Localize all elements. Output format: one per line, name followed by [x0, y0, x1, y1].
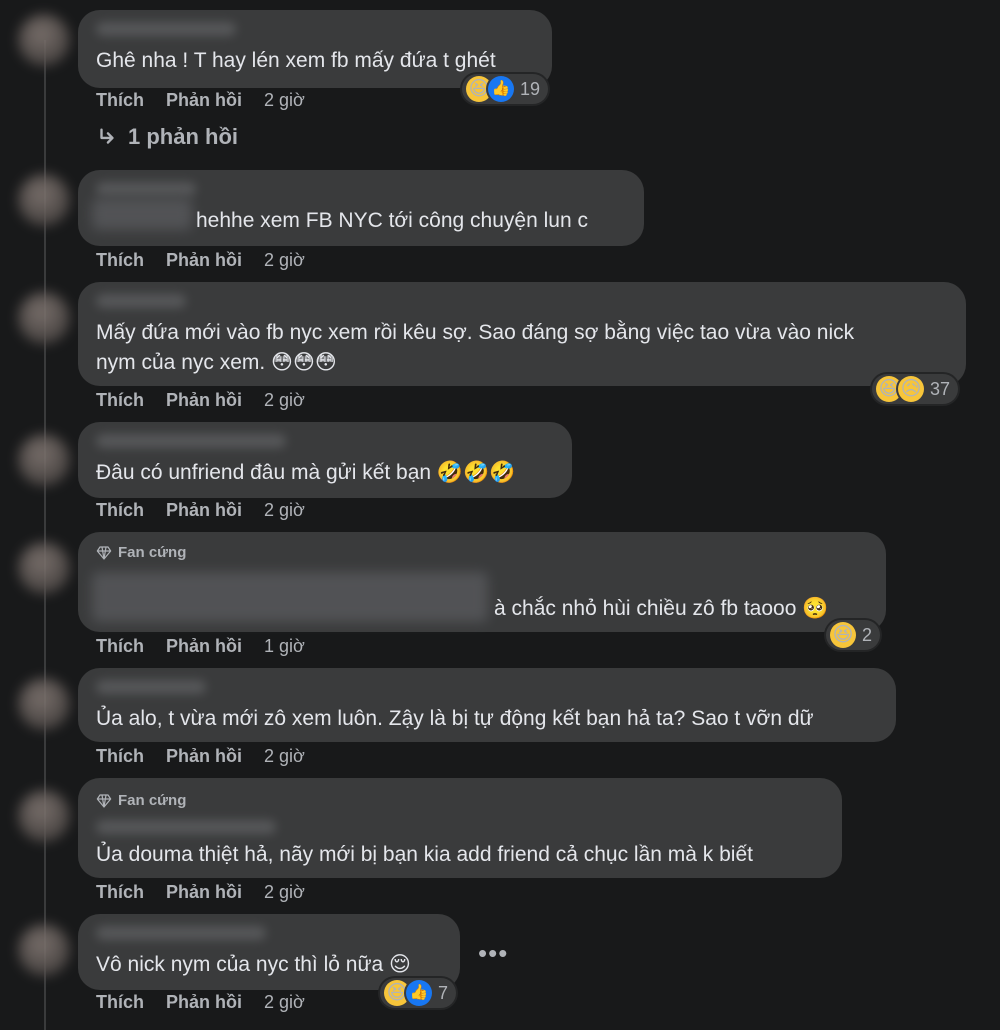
timestamp[interactable]: 2 giờ: [264, 500, 305, 521]
comment-bubble: Ủa alo, t vừa mới zô xem luôn. Zậy là bị…: [78, 668, 896, 742]
comment-actions: Thích Phản hồi 2 giờ: [96, 992, 305, 1013]
author-name[interactable]: [96, 926, 266, 940]
more-options-button[interactable]: •••: [478, 938, 508, 969]
fan-badge: Fan cứng: [96, 544, 186, 561]
avatar[interactable]: [18, 542, 70, 594]
like-button[interactable]: Thích: [96, 390, 144, 411]
comment-text: Đâu có unfriend đâu mà gửi kết bạn 🤣🤣🤣: [96, 461, 516, 484]
author-name[interactable]: [96, 680, 206, 694]
comment-actions: Thích Phản hồi 2 giờ: [96, 90, 305, 111]
comment-bubble: Fan cứng à chắc nhỏ hùi chiều zô fb taoo…: [78, 532, 886, 632]
timestamp[interactable]: 2 giờ: [264, 90, 305, 111]
like-button[interactable]: Thích: [96, 500, 144, 521]
fan-badge-label: Fan cứng: [118, 544, 187, 561]
reply-button[interactable]: Phản hồi: [166, 390, 242, 411]
timestamp[interactable]: 2 giờ: [264, 250, 305, 271]
comment-text: Ủa alo, t vừa mới zô xem luôn. Zậy là bị…: [96, 707, 814, 730]
timestamp[interactable]: 2 giờ: [264, 746, 305, 767]
avatar[interactable]: [18, 14, 70, 66]
reply-arrow-icon: [100, 128, 114, 144]
comment-actions: Thích Phản hồi 2 giờ: [96, 882, 305, 903]
comment-bubble: Mấy đứa mới vào fb nyc xem rồi kêu sợ. S…: [78, 282, 966, 386]
like-button[interactable]: Thích: [96, 636, 144, 657]
timestamp[interactable]: 2 giờ: [264, 992, 305, 1013]
avatar[interactable]: [18, 924, 70, 976]
reaction-summary[interactable]: 😆 👍 7: [380, 978, 457, 1008]
like-button[interactable]: Thích: [96, 992, 144, 1013]
fan-badge-label: Fan cứng: [118, 792, 187, 809]
reaction-summary[interactable]: 😆 😥 37: [872, 374, 959, 404]
comment-text: Ghê nha ! T hay lén xem fb mấy đứa t ghé…: [96, 49, 496, 72]
like-button[interactable]: Thích: [96, 746, 144, 767]
view-replies-link[interactable]: 1 phản hồi: [96, 124, 238, 150]
reaction-count: 37: [930, 378, 951, 399]
reaction-summary[interactable]: 😆 👍 19: [462, 74, 549, 104]
comment-text: Vô nick nym của nyc thì lỏ nữa 😌: [96, 953, 411, 976]
author-name[interactable]: [96, 22, 236, 36]
avatar[interactable]: [18, 790, 70, 842]
reaction-summary[interactable]: 😆 2: [826, 620, 881, 650]
comment-text-line-1: Mấy đứa mới vào fb nyc xem rồi kêu sợ. S…: [96, 321, 855, 344]
reaction-count: 7: [438, 982, 449, 1003]
reply-button[interactable]: Phản hồi: [166, 746, 242, 767]
avatar[interactable]: [18, 434, 70, 486]
reply-button[interactable]: Phản hồi: [166, 250, 242, 271]
timestamp[interactable]: 2 giờ: [264, 390, 305, 411]
view-replies-label: 1 phản hồi: [128, 124, 238, 149]
reply-button[interactable]: Phản hồi: [166, 636, 242, 657]
sad-reaction-icon: 😥: [898, 376, 924, 402]
haha-reaction-icon: 😆: [830, 622, 856, 648]
comment-text: à chắc nhỏ hùi chiều zô fb taooo 🥺: [494, 597, 829, 620]
reply-button[interactable]: Phản hồi: [166, 500, 242, 521]
reaction-count: 19: [520, 78, 541, 99]
avatar[interactable]: [18, 292, 70, 344]
diamond-icon: [96, 545, 112, 560]
reply-button[interactable]: Phản hồi: [166, 992, 242, 1013]
timestamp[interactable]: 1 giờ: [264, 636, 305, 657]
comment-bubble: Đâu có unfriend đâu mà gửi kết bạn 🤣🤣🤣: [78, 422, 572, 498]
like-button[interactable]: Thích: [96, 250, 144, 271]
blurred-content: [92, 198, 192, 230]
comment-actions: Thích Phản hồi 2 giờ: [96, 390, 305, 411]
comment-bubble: hehhe xem FB NYC tới công chuyện lun c: [78, 170, 644, 246]
comment-actions: Thích Phản hồi 2 giờ: [96, 250, 305, 271]
blurred-content: [92, 572, 488, 622]
timestamp[interactable]: 2 giờ: [264, 882, 305, 903]
comment-text: hehhe xem FB NYC tới công chuyện lun c: [196, 209, 588, 232]
reply-button[interactable]: Phản hồi: [166, 90, 242, 111]
reaction-count: 2: [862, 624, 873, 645]
comment-actions: Thích Phản hồi 2 giờ: [96, 746, 305, 767]
fan-badge: Fan cứng: [96, 792, 186, 809]
like-reaction-icon: 👍: [406, 980, 432, 1006]
author-name[interactable]: [96, 294, 186, 308]
author-name[interactable]: [96, 182, 196, 196]
avatar[interactable]: [18, 678, 70, 730]
avatar[interactable]: [18, 174, 70, 226]
comment-bubble: Fan cứng Ủa douma thiệt hả, nãy mới bị b…: [78, 778, 842, 878]
comment-actions: Thích Phản hồi 2 giờ: [96, 500, 305, 521]
author-name[interactable]: [96, 434, 286, 448]
comment-text: Ủa douma thiệt hả, nãy mới bị bạn kia ad…: [96, 843, 753, 866]
like-button[interactable]: Thích: [96, 882, 144, 903]
reply-button[interactable]: Phản hồi: [166, 882, 242, 903]
like-button[interactable]: Thích: [96, 90, 144, 111]
diamond-icon: [96, 793, 112, 808]
like-reaction-icon: 👍: [488, 76, 514, 102]
author-name[interactable]: [96, 820, 276, 834]
comment-actions: Thích Phản hồi 1 giờ: [96, 636, 305, 657]
comment-text-line-2: nym của nyc xem. 😳😳😳: [96, 351, 337, 374]
